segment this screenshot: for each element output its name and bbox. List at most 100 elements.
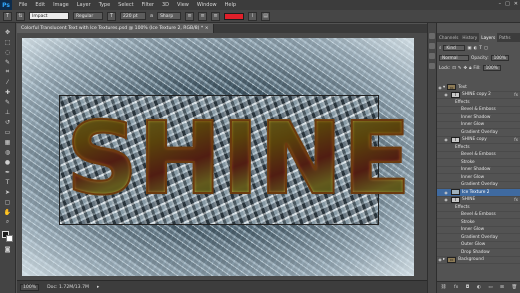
fx-icon[interactable]: fx (454, 285, 458, 290)
effect-row[interactable]: Inner Shadow (437, 114, 520, 122)
filter-adjust-icon[interactable]: ◐ (473, 46, 477, 51)
font-size-select[interactable]: 220 pt (120, 12, 146, 20)
warp-text-icon[interactable]: ⌇ (248, 11, 258, 21)
eye-icon[interactable]: ◉ (443, 190, 449, 195)
color-swatches[interactable] (1, 231, 14, 243)
filter-shape-icon[interactable]: ▢ (484, 46, 488, 51)
new-layer-icon[interactable]: ⊞ (500, 285, 504, 290)
history-brush-tool-icon[interactable]: ↺ (2, 118, 13, 126)
eraser-tool-icon[interactable]: ▭ (2, 128, 13, 136)
pen-tool-icon[interactable]: ✒ (2, 168, 13, 176)
eye-icon[interactable]: ◉ (443, 137, 449, 142)
layer-row[interactable]: ◉ ▾ ▭ Text (437, 84, 520, 92)
filter-text-icon[interactable]: T (479, 46, 482, 51)
quick-mask-icon[interactable]: ◙ (2, 245, 13, 253)
effect-row[interactable]: Inner Glow (437, 227, 520, 234)
expand-arrow-icon[interactable]: ▾ (443, 85, 445, 90)
paragraph-panel-icon[interactable] (429, 63, 435, 69)
quick-select-tool-icon[interactable]: ✎ (2, 58, 13, 66)
zoom-tool-icon[interactable]: ⌕ (2, 218, 13, 226)
lock-brush-icon[interactable]: ✎ (458, 66, 462, 71)
menu-image[interactable]: Image (49, 2, 73, 8)
text-color-swatch[interactable] (224, 12, 245, 20)
effect-row[interactable]: Outer Glow (437, 242, 520, 249)
tab-history[interactable]: History (460, 33, 479, 42)
fx-icon[interactable]: fx (514, 92, 518, 97)
filter-image-icon[interactable]: ▣ (467, 46, 471, 51)
properties-panel-icon[interactable] (429, 43, 435, 49)
zoom-level[interactable]: 100% (20, 283, 40, 291)
trash-icon[interactable]: 🗑︎ (511, 285, 517, 290)
eyedropper-tool-icon[interactable]: ⁄ (2, 78, 13, 86)
tab-channels[interactable]: Channels (437, 33, 460, 42)
move-tool-icon[interactable]: ✥ (2, 28, 13, 36)
eye-icon[interactable]: ◉ (443, 92, 449, 97)
kind-filter-select[interactable]: Kind (443, 45, 466, 51)
path-select-tool-icon[interactable]: ➤ (2, 188, 13, 196)
lock-position-icon[interactable]: ✥ (463, 66, 467, 71)
background-color-swatch[interactable] (5, 235, 13, 242)
tab-layers[interactable]: Layers (479, 33, 498, 42)
close-icon[interactable]: ✕ (514, 1, 518, 7)
healing-brush-tool-icon[interactable]: ✚ (2, 88, 13, 96)
menu-edit[interactable]: Edit (31, 2, 49, 8)
menu-layer[interactable]: Layer (73, 2, 95, 8)
mask-icon[interactable]: ◘ (466, 285, 470, 290)
layer-row[interactable]: ◉ T SHINE fx (437, 196, 520, 204)
layer-row-selected[interactable]: ◉ Ice Texture 2 (437, 189, 520, 197)
tab-paths[interactable]: Paths (497, 33, 512, 42)
effects-row[interactable]: Effects (437, 99, 520, 107)
effect-row[interactable]: Bevel & Emboss (437, 152, 520, 159)
blur-tool-icon[interactable]: ◍ (2, 148, 13, 156)
effect-row[interactable]: Drop Shadow (437, 249, 520, 257)
document-size[interactable]: Doc: 1.72M/13.7M (47, 285, 89, 290)
align-left-icon[interactable]: ≡ (185, 11, 195, 21)
clone-stamp-tool-icon[interactable]: ⊥ (2, 108, 13, 116)
layer-row[interactable]: ◉ ▸ ▭ Background (437, 256, 520, 264)
type-tool-icon[interactable]: T (3, 11, 12, 21)
fill-field[interactable]: 100% (482, 65, 501, 71)
hand-tool-icon[interactable]: ✋ (2, 208, 13, 216)
menu-type[interactable]: Type (95, 2, 114, 8)
effects-row[interactable]: Effects (437, 204, 520, 212)
align-right-icon[interactable]: ≡ (211, 11, 221, 21)
effect-row[interactable]: Gradient Overlay (437, 129, 520, 137)
effect-row[interactable]: Gradient Overlay (437, 234, 520, 242)
lasso-tool-icon[interactable]: ◌ (2, 48, 13, 56)
fx-icon[interactable]: fx (514, 137, 518, 142)
effect-row[interactable]: Stroke (437, 219, 520, 227)
font-family-select[interactable]: Impact (29, 12, 69, 20)
effect-row[interactable]: Bevel & Emboss (437, 212, 520, 219)
menu-help[interactable]: Help (221, 2, 240, 8)
menu-view[interactable]: View (173, 2, 193, 8)
crop-tool-icon[interactable]: ⌗ (2, 68, 13, 76)
adjustment-icon[interactable]: ◐ (477, 285, 481, 290)
layer-row[interactable]: ◉ T SHINE copy 2 fx (437, 91, 520, 99)
document-canvas[interactable]: S H I N E (22, 38, 414, 276)
menu-filter[interactable]: Filter (138, 2, 158, 8)
blend-mode-select[interactable]: Normal (439, 55, 469, 61)
menu-file[interactable]: File (15, 2, 31, 8)
eye-icon[interactable]: ◉ (443, 197, 449, 202)
opacity-field[interactable]: 100% (490, 55, 509, 61)
history-panel-icon[interactable] (429, 33, 435, 39)
effect-row[interactable]: Bevel & Emboss (437, 107, 520, 114)
lock-pixels-icon[interactable]: ⊡ (452, 66, 456, 71)
character-panel-icon[interactable]: ▤ (261, 11, 271, 21)
document-tab[interactable]: Colorful Translucent Text with Ice Textu… (17, 24, 214, 33)
text-orientation-icon[interactable]: ⇅ (16, 11, 25, 21)
canvas-workspace[interactable]: S H I N E (17, 33, 427, 280)
link-icon[interactable]: ⛓ (441, 285, 447, 290)
layer-row[interactable]: ◉ T SHINE copy fx (437, 136, 520, 144)
font-style-select[interactable]: Regular (73, 12, 103, 20)
menu-window[interactable]: Window (193, 2, 221, 8)
effects-row[interactable]: Effects (437, 144, 520, 152)
effect-row[interactable]: Gradient Overlay (437, 182, 520, 189)
effect-row[interactable]: Inner Glow (437, 174, 520, 182)
antialias-select[interactable]: Sharp (157, 12, 182, 20)
effect-row[interactable]: Inner Shadow (437, 167, 520, 174)
minimize-icon[interactable]: – (499, 1, 502, 7)
expand-arrow-icon[interactable]: ▸ (443, 257, 445, 262)
dodge-tool-icon[interactable]: ● (2, 158, 13, 166)
align-center-icon[interactable]: ≡ (198, 11, 208, 21)
